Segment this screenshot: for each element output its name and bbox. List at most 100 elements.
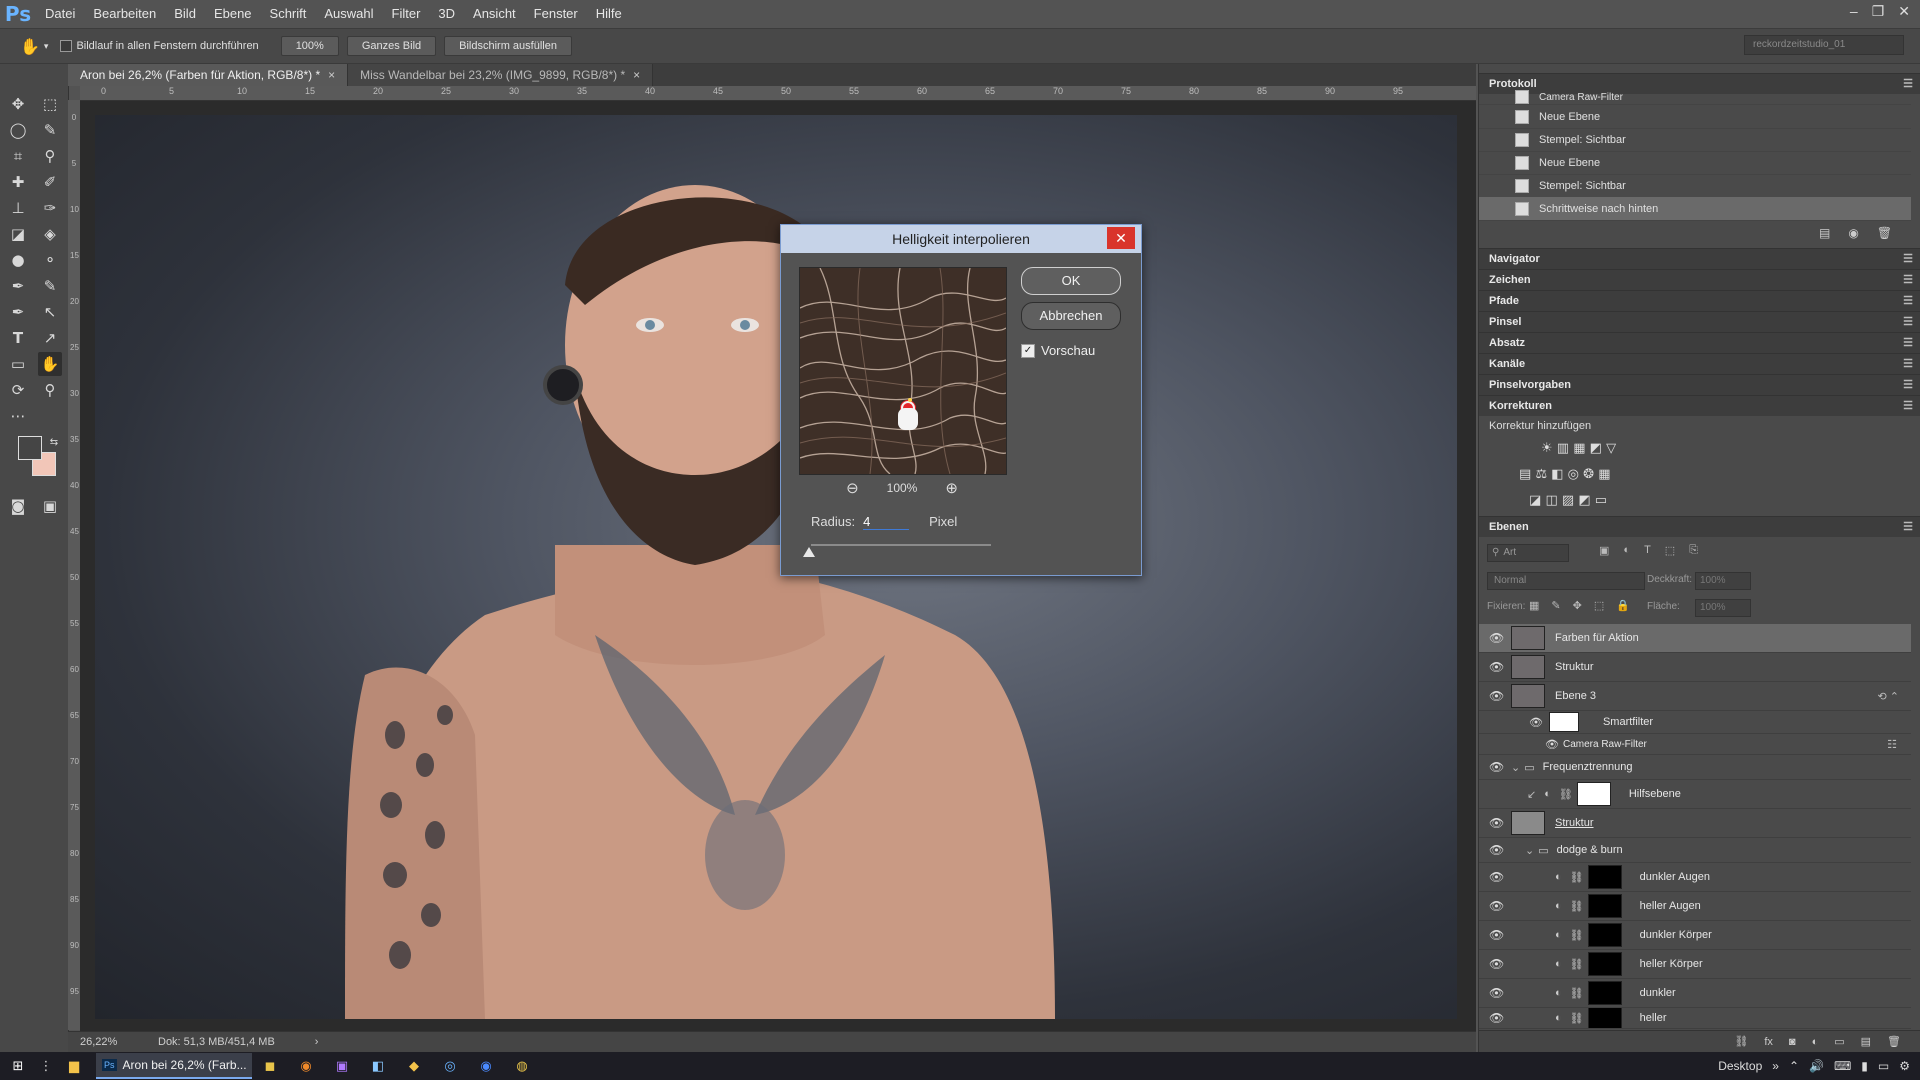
- foreground-color-swatch[interactable]: [18, 436, 42, 460]
- fill-screen-button[interactable]: Bildschirm ausfüllen: [444, 36, 572, 56]
- layer-row-ebene-3[interactable]: 👁 Ebene 3 ⟲ ⌃: [1479, 682, 1911, 711]
- lock-transparency-icon[interactable]: ▦: [1529, 599, 1539, 612]
- layer-group-dodge-burn[interactable]: 👁 ⌄ ▭ dodge & burn: [1479, 838, 1911, 863]
- exposure-icon[interactable]: ◩: [1590, 441, 1602, 456]
- zoom-tool-icon[interactable]: ⚲: [38, 378, 62, 402]
- visibility-eye-icon[interactable]: 👁: [1545, 738, 1559, 751]
- visibility-eye-icon[interactable]: 👁: [1489, 957, 1504, 971]
- new-adjustment-icon[interactable]: ◐: [1812, 1036, 1819, 1048]
- layer-filter-field[interactable]: ⚲ Art: [1487, 544, 1569, 562]
- posterize-icon[interactable]: ◫: [1545, 493, 1557, 508]
- opacity-field[interactable]: 100%: [1695, 572, 1751, 590]
- crop-tool-icon[interactable]: ⌗: [6, 144, 30, 168]
- menu-auswahl[interactable]: Auswahl: [315, 0, 382, 28]
- swap-colors-icon[interactable]: ⇆: [42, 430, 66, 454]
- visibility-eye-icon[interactable]: 👁: [1529, 716, 1543, 729]
- lock-pixels-icon[interactable]: ✎: [1551, 599, 1560, 612]
- hue-saturation-icon[interactable]: ▤: [1519, 467, 1531, 482]
- pixel-filter-icon[interactable]: ▣: [1599, 544, 1609, 557]
- tab-aron[interactable]: Aron bei 26,2% (Farben für Aktion, RGB/8…: [68, 64, 349, 86]
- invert-icon[interactable]: ◪: [1529, 493, 1541, 508]
- add-mask-icon[interactable]: ◙: [1789, 1036, 1796, 1048]
- path-select-tool-icon[interactable]: ↖: [38, 300, 62, 324]
- visibility-eye-icon[interactable]: 👁: [1489, 986, 1504, 1000]
- menu-fenster[interactable]: Fenster: [525, 0, 587, 28]
- tab-miss-wandelbar[interactable]: Miss Wandelbar bei 23,2% (IMG_9899, RGB/…: [348, 64, 654, 86]
- filter-preview[interactable]: [799, 267, 1007, 475]
- color-balance-icon[interactable]: ⚖: [1535, 467, 1547, 482]
- pen-tool-icon[interactable]: ✒: [6, 274, 30, 298]
- history-item[interactable]: Neue Ebene: [1479, 105, 1911, 129]
- close-icon[interactable]: ×: [633, 68, 640, 82]
- freeform-pen-tool-icon[interactable]: ✎: [38, 274, 62, 298]
- adjustment-filter-icon[interactable]: ◐: [1623, 544, 1630, 557]
- app-icon[interactable]: ◉: [468, 1052, 504, 1080]
- type-filter-icon[interactable]: T: [1644, 544, 1651, 557]
- layer-row-camera-raw-filter[interactable]: 👁 Camera Raw-Filter ☷: [1479, 734, 1911, 755]
- layer-row-dunkler-koerper[interactable]: 👁 ◐ ⛓ dunkler Körper: [1479, 921, 1911, 950]
- dodge-tool-icon[interactable]: ⚬: [38, 248, 62, 272]
- link-icon[interactable]: ⛓: [1570, 958, 1584, 971]
- visibility-eye-icon[interactable]: 👁: [1489, 928, 1504, 942]
- quick-select-tool-icon[interactable]: ✎: [38, 118, 62, 142]
- brush-presets-panel-header[interactable]: Pinselvorgaben ☰: [1479, 374, 1920, 395]
- new-layer-icon[interactable]: ▤: [1861, 1035, 1871, 1048]
- healing-brush-tool-icon[interactable]: ✚: [6, 170, 30, 194]
- layer-row-struktur-2[interactable]: 👁 Struktur: [1479, 809, 1911, 838]
- radius-slider-track[interactable]: [811, 544, 991, 546]
- chrome-icon[interactable]: ◍: [504, 1052, 540, 1080]
- preview-checkbox[interactable]: ✓: [1021, 343, 1035, 358]
- curvature-pen-tool-icon[interactable]: ✒: [6, 300, 30, 324]
- premiere-icon[interactable]: ▣: [324, 1052, 360, 1080]
- minimize-button[interactable]: –: [1850, 3, 1858, 19]
- history-item[interactable]: Stempel: Sichtbar: [1479, 174, 1911, 198]
- screen-mode-icon[interactable]: ▣: [38, 494, 62, 518]
- blend-mode-select[interactable]: Normal: [1487, 572, 1645, 590]
- portrait-photo[interactable]: [95, 115, 1457, 1019]
- folder-icon[interactable]: ◆: [396, 1052, 432, 1080]
- radius-slider-thumb[interactable]: [803, 547, 815, 557]
- eyedropper-tool-icon[interactable]: ⚲: [38, 144, 62, 168]
- quick-mask-icon[interactable]: ◙: [6, 494, 30, 518]
- file-explorer-icon[interactable]: ▆: [56, 1052, 92, 1080]
- layer-row-heller[interactable]: 👁 ◐ ⛓ heller: [1479, 1008, 1911, 1029]
- history-brush-tool-icon[interactable]: ✑: [38, 196, 62, 220]
- zoom-level[interactable]: 26,22%: [80, 1036, 140, 1048]
- workspace-selector[interactable]: reckordzeitstudio_01: [1744, 35, 1904, 55]
- menu-bild[interactable]: Bild: [165, 0, 205, 28]
- brush-tool-icon[interactable]: ✐: [38, 170, 62, 194]
- brightness-icon[interactable]: ☀: [1541, 441, 1553, 456]
- visibility-eye-icon[interactable]: 👁: [1489, 689, 1504, 703]
- adjustments-panel-header[interactable]: Korrekturen ☰: [1479, 395, 1920, 416]
- visibility-eye-icon[interactable]: 👁: [1489, 843, 1504, 857]
- canvas-area[interactable]: [80, 101, 1476, 1031]
- layer-row-farben-fuer-aktion[interactable]: 👁 Farben für Aktion: [1479, 624, 1911, 653]
- layer-group-frequenztrennung[interactable]: 👁 ⌄ ▭ Frequenztrennung: [1479, 755, 1911, 780]
- menu-schrift[interactable]: Schrift: [261, 0, 316, 28]
- radius-input[interactable]: [863, 513, 910, 530]
- lasso-tool-icon[interactable]: ◯: [6, 118, 30, 142]
- panel-menu-icon[interactable]: ☰: [1893, 252, 1913, 265]
- paint-bucket-tool-icon[interactable]: ◈: [38, 222, 62, 246]
- link-icon[interactable]: ⛓: [1570, 929, 1584, 942]
- brush-panel-header[interactable]: Pinsel ☰: [1479, 311, 1920, 332]
- windows-start-icon[interactable]: ⊞: [0, 1052, 36, 1080]
- history-item[interactable]: Camera Raw-Filter: [1479, 90, 1911, 105]
- vibrance-icon[interactable]: ▽: [1606, 441, 1616, 456]
- history-item[interactable]: Neue Ebene: [1479, 151, 1911, 175]
- layer-row-dunkler[interactable]: 👁 ◐ ⛓ dunkler: [1479, 979, 1911, 1008]
- panel-menu-icon[interactable]: ☰: [1893, 273, 1913, 286]
- scroll-all-checkbox[interactable]: [60, 40, 73, 52]
- link-icon[interactable]: ⛓: [1570, 987, 1584, 1000]
- menu-bearbeiten[interactable]: Bearbeiten: [84, 0, 165, 28]
- lock-position-icon[interactable]: ✥: [1573, 599, 1582, 612]
- panel-menu-icon[interactable]: ☰: [1893, 77, 1913, 90]
- dialog-close-button[interactable]: ✕: [1107, 227, 1135, 249]
- visibility-eye-icon[interactable]: 👁: [1489, 1011, 1504, 1025]
- link-icon[interactable]: ⛓: [1570, 900, 1584, 913]
- visibility-eye-icon[interactable]: 👁: [1489, 631, 1504, 645]
- layer-row-struktur[interactable]: 👁 Struktur: [1479, 653, 1911, 682]
- history-item[interactable]: Stempel: Sichtbar: [1479, 128, 1911, 152]
- link-layers-icon[interactable]: ⛓: [1734, 1035, 1748, 1048]
- menu-3d[interactable]: 3D: [429, 0, 464, 28]
